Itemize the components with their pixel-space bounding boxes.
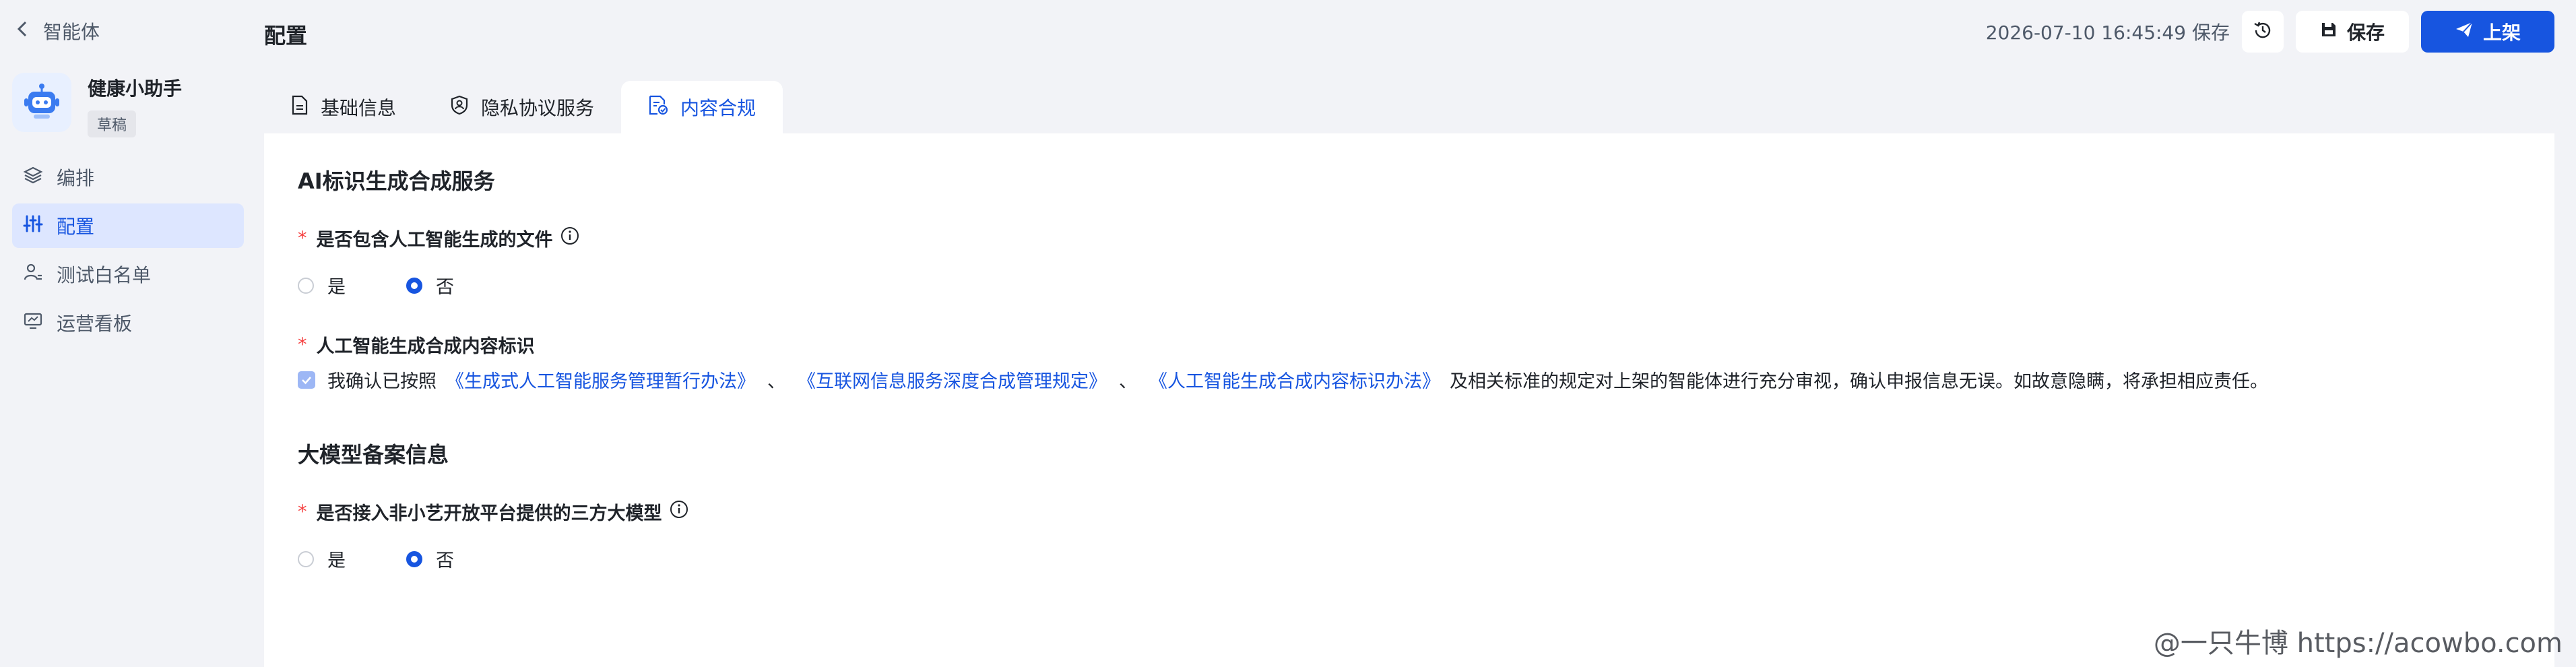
radio-circle [298, 550, 314, 567]
shield-user-icon [450, 95, 469, 120]
link-deep-synthesis-rules[interactable]: 《互联网信息服务深度合成管理规定》 [798, 367, 1107, 393]
send-icon [2455, 21, 2474, 43]
radio-yes[interactable]: 是 [298, 546, 346, 572]
radio-circle-selected [406, 550, 422, 567]
user-list-icon [23, 262, 43, 287]
tab-label: 基础信息 [321, 97, 397, 119]
agent-card: 健康小助手 草稿 [12, 73, 182, 137]
tab-content-compliance[interactable]: 内容合规 [621, 81, 783, 133]
radio-no[interactable]: 否 [406, 272, 454, 298]
sidebar-item-label: 配置 [57, 216, 95, 238]
publish-button[interactable]: 上架 [2420, 11, 2554, 53]
config-tabs: 基础信息 隐私协议服务 内容合规 [264, 81, 783, 133]
radio-circle [298, 277, 314, 294]
layers-icon [23, 165, 43, 190]
monitor-icon [23, 311, 43, 336]
required-mark: * [298, 501, 307, 522]
question-ai-content-label: * 人工智能生成合成内容标识 [298, 331, 535, 358]
radio-label: 否 [436, 550, 454, 571]
status-badge: 草稿 [88, 110, 137, 137]
save-icon [2320, 21, 2338, 43]
question-ai-generated-files: * 是否包含人工智能生成的文件 [298, 225, 580, 251]
sidebar-item-dashboard[interactable]: 运营看板 [12, 300, 244, 345]
radio-label: 否 [436, 277, 454, 298]
history-button[interactable] [2241, 11, 2284, 53]
save-label: 保存 [2346, 22, 2385, 44]
sidebar-item-label: 编排 [57, 167, 95, 189]
sidebar-item-orchestrate[interactable]: 编排 [12, 155, 244, 199]
separator: 、 [767, 371, 785, 392]
back-link[interactable]: 智能体 [16, 18, 100, 44]
history-icon [2252, 20, 2274, 44]
save-button[interactable]: 保存 [2295, 11, 2409, 53]
confirmation-row: 我确认已按照 《生成式人工智能服务管理暂行办法》 、 《互联网信息服务深度合成管… [298, 367, 2268, 393]
chevron-left-icon [16, 20, 28, 42]
robot-avatar-icon [12, 73, 71, 132]
question-label: 是否包含人工智能生成的文件 [316, 230, 553, 251]
confirm-text-suffix: 及相关标准的规定对上架的智能体进行充分审视，确认申报信息无误。如故意隐瞒，将承担… [1450, 371, 2268, 392]
sidebar: 智能体 健康小助手 草稿 编排 配置 测试白名单 运营看板 [0, 0, 256, 667]
section-title-ai-label: AI标识生成合成服务 [298, 168, 495, 194]
saved-timestamp: 2026-07-10 16:45:49 保存 [1985, 22, 2230, 44]
sidebar-nav: 编排 配置 测试白名单 运营看板 [12, 155, 244, 349]
publish-label: 上架 [2482, 22, 2521, 44]
radio-no[interactable]: 否 [406, 546, 454, 572]
page-title: 配置 [264, 23, 308, 49]
watermark: @一只牛博 https://acowbo.com [2153, 628, 2563, 659]
required-mark: * [298, 334, 307, 355]
back-label: 智能体 [43, 21, 100, 43]
tab-basic-info[interactable]: 基础信息 [264, 81, 423, 133]
header-actions: 2026-07-10 16:45:49 保存 保存 上架 [1986, 11, 2554, 53]
radio-group-ai-generated-files: 是 否 [298, 272, 515, 298]
compliance-document-icon [648, 95, 668, 120]
radio-label: 是 [327, 550, 346, 571]
required-mark: * [298, 228, 307, 249]
tab-label: 隐私协议服务 [481, 97, 595, 119]
sidebar-item-label: 运营看板 [57, 313, 133, 335]
tab-privacy-service[interactable]: 隐私协议服务 [423, 81, 621, 133]
radio-label: 是 [327, 277, 346, 298]
question-third-party-model: * 是否接入非小艺开放平台提供的三方大模型 [298, 499, 689, 525]
section-title-model-filing: 大模型备案信息 [298, 442, 449, 468]
sidebar-item-config[interactable]: 配置 [12, 203, 244, 248]
info-icon[interactable] [669, 499, 689, 524]
agent-name: 健康小助手 [88, 77, 183, 100]
link-generative-ai-measures[interactable]: 《生成式人工智能服务管理暂行办法》 [446, 367, 755, 393]
question-label: 人工智能生成合成内容标识 [316, 336, 535, 357]
content-panel: AI标识生成合成服务 * 是否包含人工智能生成的文件 是 否 * 人工智能生成合… [264, 133, 2554, 667]
radio-yes[interactable]: 是 [298, 272, 346, 298]
sliders-icon [23, 214, 43, 239]
radio-group-third-party-model: 是 否 [298, 546, 515, 572]
tab-label: 内容合规 [680, 97, 756, 119]
sidebar-item-test-whitelist[interactable]: 测试白名单 [12, 252, 244, 296]
separator: 、 [1119, 371, 1137, 392]
link-ai-content-label-measures[interactable]: 《人工智能生成合成内容标识办法》 [1149, 367, 1440, 393]
question-label: 是否接入非小艺开放平台提供的三方大模型 [316, 503, 662, 524]
confirm-checkbox[interactable] [298, 371, 315, 389]
document-icon [291, 95, 309, 120]
sidebar-item-label: 测试白名单 [57, 264, 152, 286]
radio-circle-selected [406, 277, 422, 294]
info-icon[interactable] [560, 226, 580, 251]
confirm-text-prefix: 我确认已按照 [327, 371, 437, 392]
